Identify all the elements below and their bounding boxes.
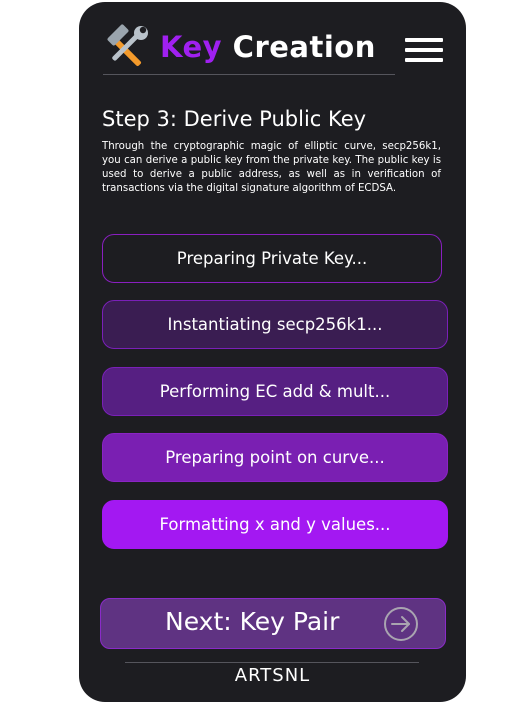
progress-step-5: Formatting x and y values... xyxy=(102,500,448,549)
footer-brand: ARTSNL xyxy=(234,665,311,686)
progress-step-4: Preparing point on curve... xyxy=(102,433,448,482)
app-title: Key Creation xyxy=(160,30,376,64)
next-key-pair-button[interactable]: Next: Key Pair xyxy=(100,598,446,649)
title-creation: Creation xyxy=(232,30,376,64)
tools-icon xyxy=(107,24,148,67)
title-key: Key xyxy=(160,30,223,64)
progress-step-3: Performing EC add & mult... xyxy=(102,367,448,416)
progress-step-1: Preparing Private Key... xyxy=(102,234,442,283)
footer-divider xyxy=(125,662,419,663)
next-button-label: Next: Key Pair xyxy=(165,607,340,636)
step-description: Through the cryptographic magic of ellip… xyxy=(102,141,441,194)
app-screen: Key Creation Step 3: Derive Public Key T… xyxy=(79,2,466,702)
hamburger-menu-icon[interactable] xyxy=(405,38,443,68)
app-header: Key Creation xyxy=(103,24,395,75)
step-title: Step 3: Derive Public Key xyxy=(102,107,367,131)
arrow-right-circle-icon xyxy=(384,607,418,641)
progress-step-2: Instantiating secp256k1... xyxy=(102,300,448,349)
